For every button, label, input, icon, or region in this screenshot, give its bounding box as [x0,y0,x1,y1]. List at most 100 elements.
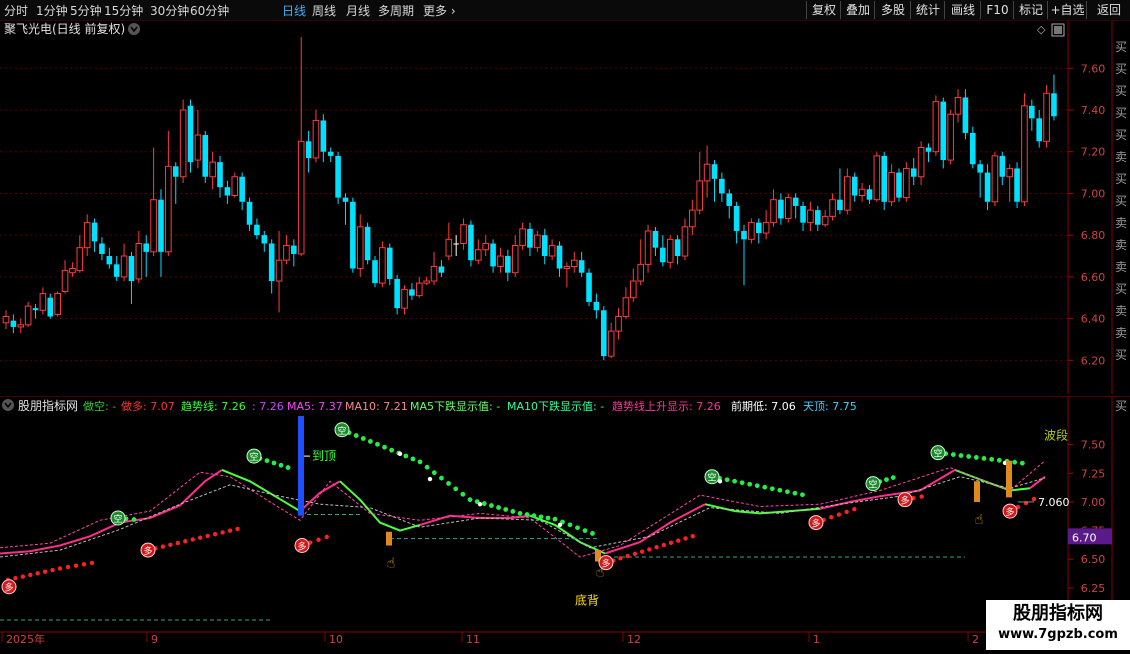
candle[interactable] [364,222,371,265]
signal-dot [996,457,1002,463]
long-signal-icon[interactable]: 多 [294,537,310,553]
toolbar-button-5[interactable]: F10 [980,1,1014,19]
candle[interactable] [881,151,888,211]
toolbar-button-2[interactable]: 多股 [874,1,911,19]
price-chart-panel[interactable]: 7.60 7.40 7.20 7.00 6.80 6.60 6.40 6.20 聚飞光电(日线 … [0,21,1130,394]
long-signal-icon[interactable]: 多 [598,555,614,571]
candle-body [372,260,378,284]
long-signal-icon[interactable]: 多 [1002,503,1018,519]
short-signal-icon[interactable]: 空 [334,422,350,438]
legend-item: 做空: - [83,399,116,413]
legend-item: 前期低: 7.06 [731,399,796,413]
candle[interactable] [202,130,209,184]
candle[interactable] [1021,93,1028,206]
toolbar-button-6[interactable]: 标记 [1013,1,1048,19]
toolbar-button-8[interactable]: 返回 [1086,1,1130,19]
short-signal-icon[interactable]: 空 [865,476,881,492]
candle-body [150,199,157,253]
period-tab-3[interactable]: 15分钟 [104,2,143,19]
candle[interactable] [932,95,940,156]
short-signal-icon[interactable]: 空 [246,448,262,464]
period-tab-9[interactable]: 多周期 [378,2,414,19]
time-label: 2 [972,633,979,646]
y-tick-label: 7.60 [1081,62,1106,75]
candle[interactable] [468,220,474,267]
candle[interactable] [54,291,61,317]
candle[interactable] [991,151,999,206]
long-signal-icon[interactable]: 多 [1,579,17,595]
candle[interactable] [748,218,755,244]
candle-body [91,222,98,242]
candle[interactable] [179,99,187,184]
candle[interactable] [784,193,792,223]
period-tab-8[interactable]: 月线 [346,2,370,19]
candle[interactable] [372,256,378,288]
period-tab-1[interactable]: 1分钟 [36,2,68,19]
candle-body [652,230,659,248]
candle-body [69,268,76,274]
candle[interactable] [586,268,592,307]
candle[interactable] [1014,162,1020,209]
candle[interactable] [969,126,976,169]
candle-body [962,97,969,133]
signal-dot [654,545,659,550]
toolbar-button-0[interactable]: 复权 [806,1,841,19]
long-signal-icon[interactable]: 多 [808,515,824,531]
candle-body [32,308,39,311]
period-tab-4[interactable]: 30分钟 [150,2,189,19]
candle[interactable] [335,151,341,204]
candle-body [844,176,851,211]
candle-body [984,172,991,202]
candle[interactable] [187,99,194,173]
period-tab-2[interactable]: 5分钟 [70,2,102,19]
y-tick-label: 6.60 [1081,271,1106,284]
signal-dot-white [557,522,563,528]
candle[interactable] [940,97,947,169]
chevron-down-icon[interactable] [128,23,140,35]
long-signal-icon[interactable]: 多 [897,492,913,508]
side-label: 卖 [1115,216,1127,230]
hand-pointer-icon: ☝ [975,512,984,528]
candle[interactable] [903,162,910,202]
y-tick-label: 6.20 [1081,354,1106,367]
signal-dot [567,522,573,528]
candlestick-chart[interactable]: 7.60 7.40 7.20 7.00 6.80 6.60 6.40 6.20 聚飞光电(日线 … [0,21,1130,394]
candle[interactable] [379,241,386,288]
more-periods-button[interactable]: 更多 › [423,2,456,19]
period-tab-5[interactable]: 60分钟 [190,2,229,19]
candle[interactable] [231,172,239,198]
candle-body [1029,105,1035,119]
candle-body [202,135,209,177]
time-label: 1 [813,633,820,646]
candle[interactable] [873,151,881,202]
divergence-label: 底背 [575,592,599,607]
side-label: 卖 [1115,326,1127,340]
candle[interactable] [24,301,32,327]
short-signal-icon[interactable]: 空 [704,469,720,485]
short-signal-text: 空 [707,472,716,484]
indicator-chart[interactable]: 股朋指标网 做空: - 做多: 7.07 趋势线: 7.26: 7.26 MA5: 7.… [0,395,1130,650]
indicator-panel[interactable]: 股朋指标网 做空: - 做多: 7.07 趋势线: 7.26: 7.26 MA5: 7.… [0,395,1130,650]
period-tab-7[interactable]: 周线 [312,2,336,19]
candle-body [275,259,283,282]
candle[interactable] [1043,84,1050,148]
short-signal-icon[interactable]: 空 [110,510,126,526]
candle[interactable] [386,243,393,286]
candle[interactable] [896,168,902,202]
period-tab-6[interactable]: 日线 [282,2,306,19]
long-signal-text: 多 [811,518,820,530]
long-signal-icon[interactable]: 多 [140,542,156,558]
side-label: 买 [1115,62,1127,76]
period-tab-0[interactable]: 分时 [4,2,28,19]
toolbar-button-7[interactable]: +自选 [1047,1,1087,19]
signal-dot [389,447,395,453]
chevron-down-icon[interactable] [2,399,14,411]
toolbar-button-3[interactable]: 统计 [910,1,945,19]
short-signal-icon[interactable]: 空 [930,445,946,461]
candle[interactable] [600,306,607,361]
toolbar-button-4[interactable]: 画线 [944,1,981,19]
candle-body [969,132,976,165]
toolbar-button-1[interactable]: 叠加 [840,1,875,19]
candle[interactable] [350,197,356,273]
candle[interactable] [947,110,954,165]
